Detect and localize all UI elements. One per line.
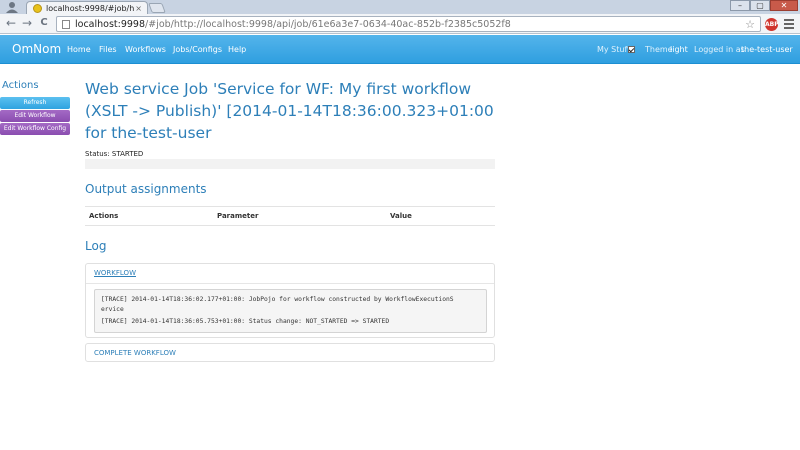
sidebar-title: Actions bbox=[2, 80, 39, 91]
nav-home[interactable]: Home bbox=[67, 35, 91, 64]
address-text: localhost:9998/#job/http://localhost:999… bbox=[75, 19, 511, 30]
nav-help[interactable]: Help bbox=[228, 35, 246, 64]
table-top-rule bbox=[85, 206, 495, 207]
page-title-line: for the-test-user bbox=[85, 124, 212, 142]
panel-divider bbox=[86, 283, 494, 284]
theme-label: Theme bbox=[645, 45, 673, 54]
status-progress-bar bbox=[85, 159, 495, 169]
reload-icon[interactable]: C bbox=[37, 16, 51, 30]
complete-workflow-link[interactable]: COMPLETE WORKFLOW bbox=[94, 349, 176, 357]
browser-menu-icon[interactable] bbox=[784, 19, 794, 29]
column-header-parameter: Parameter bbox=[217, 212, 259, 220]
page-favicon-icon bbox=[33, 4, 42, 13]
page-title-line: Web service Job 'Service for WF: My firs… bbox=[85, 80, 472, 98]
page-title: Web service Job 'Service for WF: My firs… bbox=[85, 78, 505, 144]
logged-in-label: Logged in as bbox=[694, 45, 745, 54]
job-status: Status: STARTED bbox=[85, 150, 144, 158]
log-heading: Log bbox=[85, 239, 107, 253]
page-icon bbox=[62, 20, 70, 29]
log-output: [TRACE] 2014-01-14T18:36:02.177+01:00: J… bbox=[94, 289, 487, 333]
my-stuff-checkbox[interactable] bbox=[628, 46, 635, 53]
workflow-log-panel: WORKFLOW [TRACE] 2014-01-14T18:36:02.177… bbox=[85, 263, 495, 338]
nav-files[interactable]: Files bbox=[99, 35, 117, 64]
bookmark-star-icon[interactable]: ☆ bbox=[745, 17, 755, 32]
complete-workflow-panel: COMPLETE WORKFLOW bbox=[85, 343, 495, 362]
log-line: [TRACE] 2014-01-14T18:36:05.753+01:00: S… bbox=[101, 318, 390, 325]
output-assignments-heading: Output assignments bbox=[85, 182, 207, 196]
log-line: ervice bbox=[101, 306, 124, 313]
theme-selector[interactable]: light bbox=[670, 35, 688, 64]
workflow-link[interactable]: WORKFLOW bbox=[94, 269, 136, 277]
table-header-rule bbox=[85, 225, 495, 226]
log-line: [TRACE] 2014-01-14T18:36:02.177+01:00: J… bbox=[101, 296, 454, 303]
browser-tabstrip: localhost:9998/#job/h × – ▢ ✕ bbox=[0, 0, 800, 15]
username-link[interactable]: the-test-user bbox=[741, 35, 793, 64]
back-arrow-icon[interactable]: ← bbox=[4, 16, 18, 30]
brand-logo[interactable]: OmNom bbox=[12, 35, 61, 64]
address-bar[interactable]: localhost:9998/#job/http://localhost:999… bbox=[56, 16, 761, 32]
user-profile-icon[interactable] bbox=[4, 1, 20, 13]
column-header-value: Value bbox=[390, 212, 412, 220]
column-header-actions: Actions bbox=[89, 212, 119, 220]
app-navbar: OmNom Home Files Workflows Jobs/Configs … bbox=[0, 35, 800, 64]
window-minimize-button[interactable]: – bbox=[730, 0, 750, 11]
nav-workflows[interactable]: Workflows bbox=[125, 35, 166, 64]
browser-toolbar: ← → C localhost:9998/#job/http://localho… bbox=[0, 14, 800, 34]
my-stuff-label: My Stuff bbox=[597, 45, 630, 54]
browser-tab[interactable]: localhost:9998/#job/h × bbox=[26, 1, 148, 15]
new-tab-button[interactable] bbox=[148, 3, 166, 13]
refresh-button[interactable]: Refresh bbox=[0, 97, 70, 109]
window-maximize-button[interactable]: ▢ bbox=[750, 0, 770, 11]
nav-jobs-configs[interactable]: Jobs/Configs bbox=[173, 35, 222, 64]
window-close-button[interactable]: ✕ bbox=[770, 0, 798, 11]
edit-workflow-button[interactable]: Edit Workflow bbox=[0, 110, 70, 122]
page-title-line: (XSLT -> Publish)' [2014-01-14T18:36:00.… bbox=[85, 102, 494, 120]
edit-workflow-config-button[interactable]: Edit Workflow Config bbox=[0, 123, 70, 135]
forward-arrow-icon[interactable]: → bbox=[20, 16, 34, 30]
adblock-icon[interactable]: ABP bbox=[765, 18, 779, 31]
